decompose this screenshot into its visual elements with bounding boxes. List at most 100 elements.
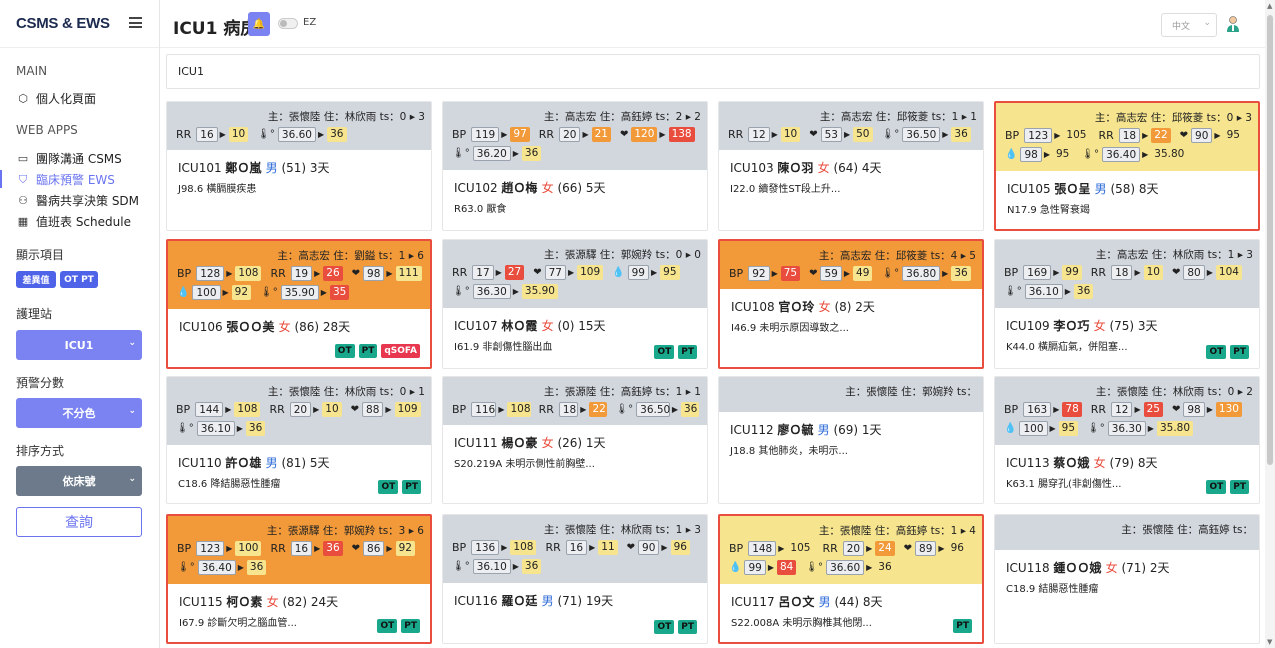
vital-label: BP xyxy=(1004,266,1019,279)
arrow-right-icon: ▶ xyxy=(495,268,502,277)
patient-card[interactable]: 主：張懷陸 住：高鈺婷 ts：1 ▸ 4 BP 148 ▶ 105 RR 20 ▶ 24 ❤ 89 ▶… xyxy=(718,514,984,644)
vital-value: 88 xyxy=(362,402,384,417)
scroll-up-icon[interactable]: ▲ xyxy=(1267,2,1272,10)
vital-value: 109 xyxy=(394,402,421,417)
tag-ot: OT xyxy=(334,344,355,358)
vital-value: 36.50 xyxy=(902,127,941,142)
patient-label: 林Ｏ霞 xyxy=(501,319,542,333)
station-select[interactable]: ICU1 ⌄ xyxy=(16,330,142,360)
card-doctors: 主：張懷陸 住：林欣雨 ts：0 ▸ 2 xyxy=(1095,386,1253,398)
age-days: (51) 3天 xyxy=(277,161,330,175)
bed-number: ICU110 xyxy=(178,456,226,470)
card-body: ICU116 羅Ｏ廷 男 (71) 19天 xyxy=(443,583,707,618)
vital-label: BP xyxy=(452,128,467,141)
patient-card[interactable]: 主：高志宏 住：邱筱菱 ts：1 ▸ 1 RR 12 ▶ 10 ❤ 53 ▶ 50 🌡° 36.50… xyxy=(718,101,984,231)
vital-value: 36.80 xyxy=(902,266,941,281)
station-label: 護理站 xyxy=(16,307,53,321)
vital-value: 90 xyxy=(1191,128,1213,143)
patient-name: ICU103 陳Ｏ羽 女 (64) 4天 xyxy=(730,159,972,176)
language-select[interactable]: 中文 ⌄ xyxy=(1161,13,1217,37)
sex-label: 女 xyxy=(541,436,554,450)
card-header: 主：張懷陸 住：林欣雨 ts：1 ▸ 3 BP 136 ▶ 108 RR 16 ▶ 11 ❤ 90 ▶… xyxy=(443,515,707,583)
nav-personal-label: 個人化頁面 xyxy=(36,92,97,106)
patient-card[interactable]: 主：張懷陸 住：林欣雨 ts：1 ▸ 3 BP 136 ▶ 108 RR 16 ▶ 11 ❤ 90 ▶… xyxy=(442,514,708,644)
arrow-right-icon: ▶ xyxy=(580,405,587,414)
nav-schedule[interactable]: ▦ 值班表 Schedule xyxy=(16,213,131,230)
patient-name: ICU109 李Ｏ巧 女 (75) 3天 xyxy=(1006,317,1248,334)
patient-card[interactable]: 主：張源驛 住：郭婉羚 ts：3 ▸ 6 BP 123 ▶ 100 RR 16 ▶ 36 ❤ 86 ▶… xyxy=(166,514,432,644)
patient-label: 陳Ｏ羽 xyxy=(777,161,818,175)
vital-label: BP xyxy=(177,542,192,555)
patient-card[interactable]: 主：高志宏 住：邱筱菱 ts：0 ▸ 3 BP 123 ▶ 105 RR 18 ▶ 22 ❤ 90 ▶… xyxy=(994,101,1260,231)
patient-card[interactable]: 主：張源陸 住：高鈺婷 ts：1 ▸ 1 BP 116 ▶ 108 RR 18 ▶ 22 🌡° 36… xyxy=(442,376,708,504)
vital-label: RR xyxy=(538,128,555,141)
patient-card[interactable]: 主：張源驛 住：郭婉羚 ts：0 ▸ 0 RR 17 ▶ 27 ❤ 77 ▶ 109 💧 99 ▶ 95… xyxy=(442,239,708,369)
score-select[interactable]: 不分色 ⌄ xyxy=(16,398,142,428)
vital-value: 36 xyxy=(323,541,343,556)
query-button[interactable]: 查詢 xyxy=(16,507,142,537)
sort-select[interactable]: 依床號 ⌄ xyxy=(16,466,142,496)
hamburger-menu-icon[interactable] xyxy=(129,17,142,28)
card-body: ICU102 趙Ｏ梅 女 (66) 5天 R63.0 厭食 xyxy=(443,170,707,224)
patient-name: ICU108 官Ｏ玲 女 (8) 2天 xyxy=(731,298,971,315)
arrow-right-icon: ▶ xyxy=(1043,150,1050,159)
drop-icon: 💧 xyxy=(612,267,625,278)
tag-ot: OT xyxy=(1206,480,1227,494)
avatar[interactable] xyxy=(1225,15,1241,33)
patient-label: 官Ｏ玲 xyxy=(778,300,819,314)
vital-row: BP 136 ▶ 108 RR 16 ▶ 11 ❤ 90 ▶ 96 xyxy=(452,538,701,557)
bell-icon[interactable]: 🔔 xyxy=(248,12,270,36)
scrollbar[interactable]: ▲ ▼ xyxy=(1265,0,1275,648)
chevron-down-icon: ⌄ xyxy=(128,474,136,484)
vital-label: BP xyxy=(1004,403,1019,416)
patient-card[interactable]: 主：張懷陸 住：林欣雨 ts：0 ▸ 3 RR 16 ▶ 10 🌡° 36.60 ▶ 36 ICU… xyxy=(166,101,432,231)
card-doctors: 主：張源陸 住：高鈺婷 ts：1 ▸ 1 xyxy=(543,386,701,398)
patient-card[interactable]: 主：張懷陸 住：高鈺婷 ts： ICU118 鍾ＯＯ娥 女 (71) 2天 C18.… xyxy=(994,514,1260,644)
vital-value: 36 xyxy=(875,560,895,575)
patient-card[interactable]: 主：張懷陸 住：林欣雨 ts：0 ▸ 2 BP 163 ▶ 78 RR 12 ▶ 25 ❤ 98 ▶ 1… xyxy=(994,376,1260,504)
heart-icon: ❤ xyxy=(351,268,361,279)
patient-card[interactable]: 主：高志宏 住：邱筱菱 ts：4 ▸ 5 BP 92 ▶ 75 ❤ 59 ▶ 49 🌡° 36.80… xyxy=(718,239,984,369)
diagnosis: N17.9 急性腎衰竭 xyxy=(1007,205,1090,216)
pill-diff[interactable]: 差異值 xyxy=(16,271,56,288)
patient-name: ICU111 楊Ｏ豪 女 (26) 1天 xyxy=(454,434,696,451)
age-days: (44) 8天 xyxy=(830,595,883,609)
vital-value: 98 xyxy=(1020,147,1042,162)
arrow-right-icon: ▶ xyxy=(843,269,851,278)
patient-card[interactable]: 主：高志宏 住：劉鎰 ts：1 ▸ 6 BP 128 ▶ 108 RR 19 ▶ 26 ❤ 98 ▶ 1… xyxy=(166,239,432,369)
ez-toggle[interactable] xyxy=(278,18,298,29)
vital-value: 36 xyxy=(680,402,699,417)
arrow-right-icon: ▶ xyxy=(314,269,321,278)
vital-value: 120 xyxy=(631,127,658,142)
nav-ews[interactable]: ⛉ 臨床預警 EWS xyxy=(16,171,115,188)
pill-otpt[interactable]: OT PT xyxy=(60,271,98,288)
card-body: ICU112 廖Ｏ毓 男 (69) 1天 J18.8 其他肺炎，未明示... xyxy=(719,412,983,466)
vital-row: 🌡° 36.30 ▶ 35.90 xyxy=(452,282,701,301)
vital-value: 17 xyxy=(472,265,494,280)
scrollbar-thumb[interactable] xyxy=(1267,15,1273,465)
filter-box[interactable]: ICU1 xyxy=(166,54,1260,89)
card-header: 主：高志宏 住：高鈺婷 ts：2 ▸ 2 BP 119 ▶ 97 RR 20 ▶ 21 ❤ 120 ▶… xyxy=(443,102,707,170)
age-days: (81) 5天 xyxy=(277,456,330,470)
thermometer-icon: 🌡° xyxy=(615,404,634,415)
nav-schedule-label: 值班表 Schedule xyxy=(36,215,131,229)
nav-sdm[interactable]: ⚇ 醫病共享決策 SDM xyxy=(16,192,139,209)
vital-value: 111 xyxy=(395,266,422,281)
heart-icon: ❤ xyxy=(350,404,360,415)
nav-csms[interactable]: ▭ 團隊溝通 CSMS xyxy=(16,150,122,167)
patient-card[interactable]: 主：張懷陸 住：郭婉羚 ts： ICU112 廖Ｏ毓 男 (69) 1天 J18.8… xyxy=(718,376,984,504)
patient-label: 李Ｏ巧 xyxy=(1053,319,1094,333)
patient-card[interactable]: 主：高志宏 住：高鈺婷 ts：2 ▸ 2 BP 119 ▶ 97 RR 20 ▶ 21 ❤ 120 ▶… xyxy=(442,101,708,231)
patient-card[interactable]: 主：高志宏 住：林欣雨 ts：1 ▸ 3 BP 169 ▶ 99 RR 18 ▶ 10 ❤ 80 ▶ 1… xyxy=(994,239,1260,369)
scroll-down-icon[interactable]: ▼ xyxy=(1267,638,1272,646)
brand-logo[interactable]: CSMS & EWS xyxy=(16,15,110,32)
patient-name: ICU112 廖Ｏ毓 男 (69) 1天 xyxy=(730,421,972,438)
vital-value: 108 xyxy=(510,540,537,555)
card-header: 主：張源驛 住：郭婉羚 ts：3 ▸ 6 BP 123 ▶ 100 RR 16 ▶ 36 ❤ 86 ▶… xyxy=(168,516,430,584)
age-days: (71) 19天 xyxy=(553,594,614,608)
nav-personal[interactable]: ⬡ 個人化頁面 xyxy=(16,90,96,107)
arrow-right-icon: ▶ xyxy=(942,130,949,139)
patient-card[interactable]: 主：張懷陸 住：林欣雨 ts：0 ▸ 1 BP 144 ▶ 108 RR 20 ▶ 10 ❤ 88 ▶… xyxy=(166,376,432,504)
vital-value: 36.60 xyxy=(277,127,316,142)
card-header: 主：張源驛 住：郭婉羚 ts：0 ▸ 0 RR 17 ▶ 27 ❤ 77 ▶ 109 💧 99 ▶ 95… xyxy=(443,240,707,308)
